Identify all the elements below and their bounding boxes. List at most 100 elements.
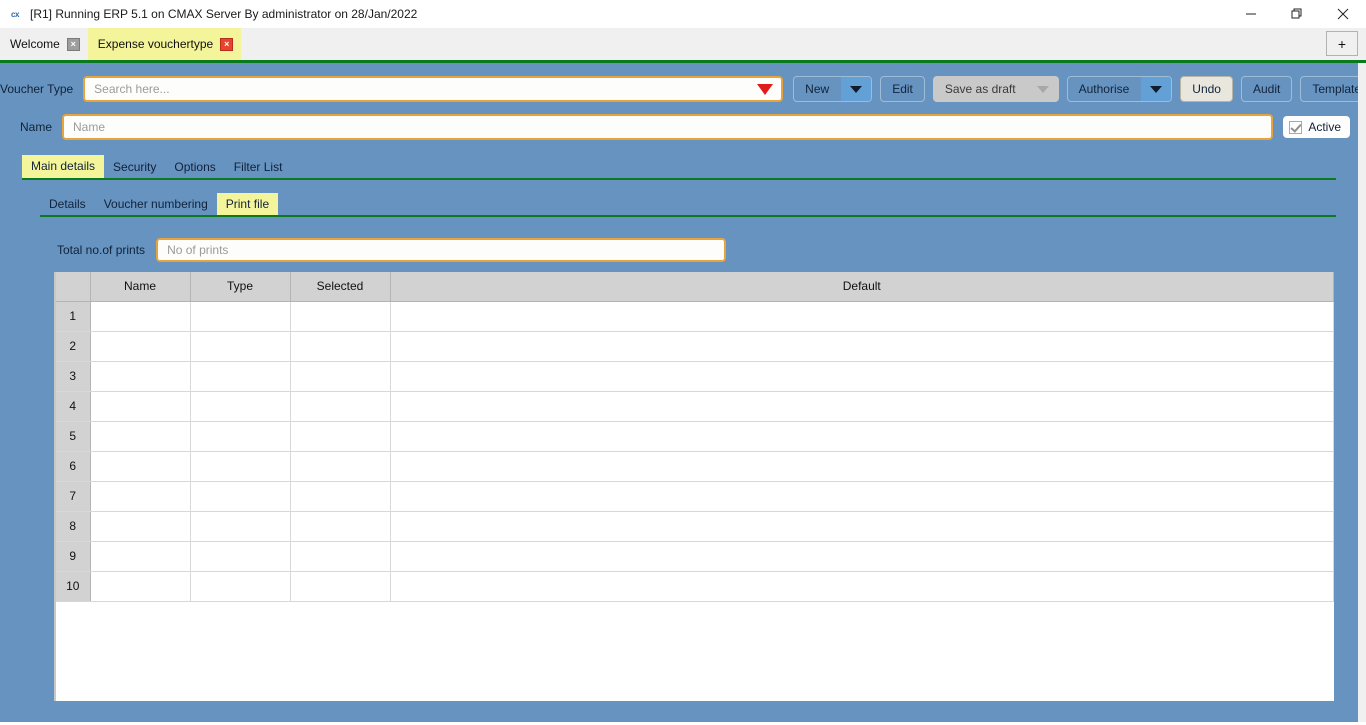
restore-icon[interactable]	[1274, 0, 1320, 28]
row-number[interactable]: 4	[56, 391, 91, 422]
cell-selected[interactable]	[290, 391, 391, 422]
grid-select-all-header[interactable]	[56, 272, 91, 302]
table-row[interactable]: 2	[56, 331, 1334, 362]
active-checkbox[interactable]	[1289, 120, 1303, 134]
cell-type[interactable]	[190, 571, 291, 602]
dropdown-arrow-icon[interactable]	[757, 83, 774, 95]
cell-default[interactable]	[390, 451, 1334, 482]
cell-selected[interactable]	[290, 571, 391, 602]
new-button[interactable]: New	[793, 76, 873, 102]
cell-name[interactable]	[90, 361, 191, 392]
row-number[interactable]: 8	[56, 511, 91, 542]
tab-filter-list[interactable]: Filter List	[225, 156, 292, 178]
cell-type[interactable]	[190, 301, 291, 332]
add-tab-button[interactable]: +	[1326, 31, 1358, 56]
cell-name[interactable]	[90, 451, 191, 482]
table-row[interactable]: 1	[56, 301, 1334, 332]
cell-type[interactable]	[190, 361, 291, 392]
cell-selected[interactable]	[290, 331, 391, 362]
table-row[interactable]: 3	[56, 361, 1334, 392]
row-number[interactable]: 9	[56, 541, 91, 572]
authorise-button[interactable]: Authorise	[1066, 76, 1173, 102]
table-row[interactable]: 6	[56, 451, 1334, 482]
grid-header-selected[interactable]: Selected	[290, 272, 391, 302]
tab-security[interactable]: Security	[104, 156, 165, 178]
row-number[interactable]: 7	[56, 481, 91, 512]
table-row[interactable]: 5	[56, 421, 1334, 452]
tab-voucher-numbering[interactable]: Voucher numbering	[95, 193, 217, 215]
cell-selected[interactable]	[290, 361, 391, 392]
grid-header-name[interactable]: Name	[90, 272, 191, 302]
cell-default[interactable]	[390, 541, 1334, 572]
row-number[interactable]: 1	[56, 301, 91, 332]
new-dropdown-icon[interactable]	[841, 77, 872, 101]
active-toggle[interactable]: Active	[1283, 116, 1350, 138]
cell-name[interactable]	[90, 541, 191, 572]
edit-button[interactable]: Edit	[880, 76, 925, 102]
tab-expense-vouchertype-close-icon[interactable]: ×	[220, 37, 234, 51]
table-row[interactable]: 10	[56, 571, 1334, 602]
tab-welcome-close-icon[interactable]: ×	[66, 37, 80, 51]
tab-options[interactable]: Options	[165, 156, 224, 178]
cell-name[interactable]	[90, 571, 191, 602]
cell-name[interactable]	[90, 301, 191, 332]
name-input[interactable]: Name	[62, 114, 1274, 140]
cell-type[interactable]	[190, 511, 291, 542]
cell-selected[interactable]	[290, 301, 391, 332]
save-as-draft-button[interactable]: Save as draft	[932, 76, 1059, 102]
cell-selected[interactable]	[290, 511, 391, 542]
table-row[interactable]: 7	[56, 481, 1334, 512]
tab-expense-vouchertype[interactable]: Expense vouchertype ×	[87, 28, 242, 60]
tab-main-details[interactable]: Main details	[22, 155, 105, 178]
save-as-draft-dropdown-icon[interactable]	[1027, 77, 1058, 101]
tab-details[interactable]: Details	[40, 193, 95, 215]
table-row[interactable]: 9	[56, 541, 1334, 572]
cell-name[interactable]	[90, 331, 191, 362]
print-file-grid-container[interactable]: Name Type Selected Default 1 2 3 4 5 6 7…	[54, 272, 1334, 701]
cell-name[interactable]	[90, 421, 191, 452]
cell-default[interactable]	[390, 481, 1334, 512]
row-number[interactable]: 10	[56, 571, 91, 602]
grid-header-type[interactable]: Type	[190, 272, 291, 302]
table-row[interactable]: 4	[56, 391, 1334, 422]
total-prints-input[interactable]: No of prints	[156, 238, 727, 262]
cell-type[interactable]	[190, 421, 291, 452]
app-logo-icon: cx	[11, 9, 19, 19]
cell-name[interactable]	[90, 481, 191, 512]
sub-tabs-underline	[40, 215, 1336, 217]
cell-type[interactable]	[190, 481, 291, 512]
cell-type[interactable]	[190, 541, 291, 572]
row-number[interactable]: 6	[56, 451, 91, 482]
cell-default[interactable]	[390, 301, 1334, 332]
cell-default[interactable]	[390, 361, 1334, 392]
cell-default[interactable]	[390, 421, 1334, 452]
cell-default[interactable]	[390, 511, 1334, 542]
grid-header-default[interactable]: Default	[390, 272, 1334, 302]
cell-selected[interactable]	[290, 481, 391, 512]
row-number[interactable]: 2	[56, 331, 91, 362]
cell-default[interactable]	[390, 331, 1334, 362]
cell-selected[interactable]	[290, 421, 391, 452]
row-number[interactable]: 5	[56, 421, 91, 452]
tab-print-file[interactable]: Print file	[216, 193, 279, 215]
cell-type[interactable]	[190, 391, 291, 422]
table-row[interactable]: 8	[56, 511, 1334, 542]
authorise-dropdown-icon[interactable]	[1141, 77, 1172, 101]
voucher-type-search-input[interactable]: Search here...	[83, 76, 784, 102]
cell-selected[interactable]	[290, 451, 391, 482]
cell-name[interactable]	[90, 391, 191, 422]
undo-button[interactable]: Undo	[1180, 76, 1233, 102]
template-button[interactable]: Template	[1300, 76, 1366, 102]
tab-welcome[interactable]: Welcome ×	[0, 28, 88, 60]
minimize-icon[interactable]	[1228, 0, 1274, 28]
cell-type[interactable]	[190, 451, 291, 482]
close-icon[interactable]	[1320, 0, 1366, 28]
name-label: Name	[19, 120, 52, 134]
cell-selected[interactable]	[290, 541, 391, 572]
cell-type[interactable]	[190, 331, 291, 362]
row-number[interactable]: 3	[56, 361, 91, 392]
cell-name[interactable]	[90, 511, 191, 542]
audit-button[interactable]: Audit	[1240, 76, 1293, 102]
cell-default[interactable]	[390, 571, 1334, 602]
cell-default[interactable]	[390, 391, 1334, 422]
